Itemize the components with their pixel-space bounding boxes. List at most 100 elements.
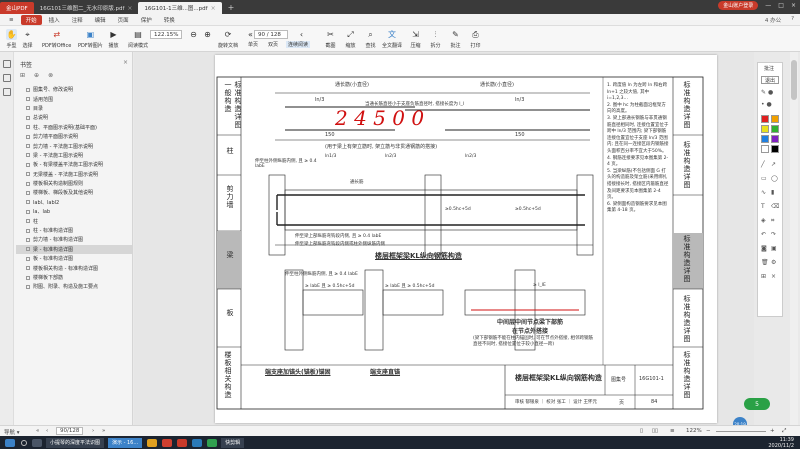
delete-icon[interactable]: ⊗: [48, 72, 53, 79]
search-icon[interactable]: [21, 439, 27, 446]
list-item[interactable]: 柱 - 标准构造详图: [16, 226, 132, 235]
continuous-read-button[interactable]: 连续阅读: [286, 41, 311, 48]
list-item[interactable]: 剪力墙 - 平法施工图示说明: [16, 141, 132, 150]
pen-icon[interactable]: ✎: [761, 89, 766, 96]
zoom-level[interactable]: 122%: [686, 428, 702, 434]
rectangle-tool-icon[interactable]: ▭: [761, 175, 767, 182]
list-item[interactable]: 剪力墙平面图示说明: [16, 132, 132, 141]
menu-convert[interactable]: 转换: [159, 15, 180, 25]
close-window-icon[interactable]: ×: [791, 2, 796, 9]
menu-insert[interactable]: 插入: [44, 15, 65, 25]
menu-protect[interactable]: 保护: [136, 15, 157, 25]
taskbar-app[interactable]: 演示 - 16...: [108, 437, 143, 448]
print-button[interactable]: ⎙ 打印: [470, 29, 481, 50]
prev-page-button[interactable]: ‹: [296, 29, 307, 40]
section-label[interactable]: 柱: [225, 147, 235, 155]
dot-small-icon[interactable]: •: [761, 101, 765, 108]
zoom-field[interactable]: 122.15%: [150, 30, 182, 39]
tab-document-1[interactable]: 16G101三维图二_无水印原版.pdf ×: [34, 2, 139, 14]
section-label-right[interactable]: 标准构造详图: [682, 295, 692, 343]
list-item[interactable]: 图集号、修改说明: [16, 85, 132, 94]
stamp-icon[interactable]: ◈: [761, 217, 766, 224]
list-item[interactable]: 柱、平面图示说明(基础平面): [16, 123, 132, 132]
bookmark-icon[interactable]: [3, 60, 11, 68]
prev-page-icon[interactable]: ‹: [46, 428, 48, 434]
single-page-view-icon[interactable]: ▯: [640, 428, 643, 434]
tab-document-2[interactable]: 16G101-1三维...图...pdf ×: [138, 2, 222, 14]
list-item[interactable]: la、lab: [16, 207, 132, 216]
dot-icon[interactable]: ●: [767, 101, 772, 108]
list-item[interactable]: labl、labl2: [16, 198, 132, 207]
minimize-icon[interactable]: —: [765, 2, 771, 9]
new-tab-icon[interactable]: +: [222, 3, 241, 12]
close-icon[interactable]: ×: [127, 5, 132, 12]
camera-icon[interactable]: ◙: [761, 245, 767, 252]
list-item[interactable]: 柱: [16, 216, 132, 225]
thumbnail-icon[interactable]: [3, 74, 11, 82]
section-label[interactable]: 标准构造详图一般构造: [223, 81, 243, 133]
close-icon[interactable]: ×: [771, 273, 776, 280]
undo-icon[interactable]: ↶: [761, 231, 766, 238]
annotate-button[interactable]: ✎ 批注: [450, 29, 461, 49]
list-item[interactable]: 板 - 标准构造详图: [16, 254, 132, 263]
list-item[interactable]: 总说明: [16, 113, 132, 122]
pdf-to-image-button[interactable]: ▣ PDF转图片: [78, 29, 103, 49]
zoom-in-icon[interactable]: +: [770, 428, 775, 434]
pdf-to-office-button[interactable]: ⇄ PDF转Office: [42, 29, 71, 49]
find-button[interactable]: ⌕ 查找: [365, 29, 376, 50]
expand-icon[interactable]: ⊞: [20, 72, 25, 79]
double-page-button[interactable]: 双页: [268, 41, 278, 48]
hand-tool-button[interactable]: ✋ 手型: [6, 29, 17, 49]
section-label[interactable]: 楼板相关构造: [223, 351, 233, 407]
zoom-slider[interactable]: [716, 431, 766, 432]
split-button[interactable]: ⫶ 拆分: [430, 29, 441, 50]
section-label[interactable]: 剪力墙: [225, 185, 235, 209]
close-icon[interactable]: ×: [123, 59, 128, 66]
color-swatch-red[interactable]: [761, 115, 769, 123]
first-page-button[interactable]: «: [245, 29, 256, 40]
fullscreen-icon[interactable]: ⤢: [782, 428, 786, 435]
maximize-icon[interactable]: □: [778, 2, 784, 9]
add-bookmark-icon[interactable]: ⊕: [34, 72, 39, 79]
text-tool-icon[interactable]: T: [761, 203, 765, 210]
menu-page[interactable]: 页面: [113, 15, 134, 25]
zoom-out-icon[interactable]: −: [706, 428, 711, 434]
eraser-icon[interactable]: ⌫: [771, 203, 779, 210]
zoom-out-button[interactable]: ⊖: [188, 29, 199, 40]
list-item[interactable]: 附图、附录、构造及施工要点: [16, 282, 132, 291]
save-icon[interactable]: ▣: [771, 245, 777, 252]
delete-icon[interactable]: 🗑: [761, 259, 769, 266]
task-view-icon[interactable]: [32, 438, 42, 447]
start-icon[interactable]: [5, 438, 15, 447]
system-tray[interactable]: 11:39 2020/11/2: [768, 437, 794, 449]
color-swatch-white[interactable]: [761, 145, 769, 153]
taskbar-app[interactable]: 快剪辑: [221, 437, 245, 448]
section-label-right[interactable]: 标准构造详图: [682, 235, 692, 283]
color-swatch-green[interactable]: [771, 125, 779, 133]
color-swatch-black[interactable]: [771, 145, 779, 153]
select-tool-button[interactable]: ⌖ 选择: [22, 29, 33, 50]
rotate-button[interactable]: ⟳ 旋转文档: [218, 29, 238, 49]
browser-icon[interactable]: [192, 438, 203, 447]
list-item-selected[interactable]: 梁 - 标准构造详图: [16, 244, 132, 255]
help-icon[interactable]: ?: [791, 16, 794, 24]
list-item[interactable]: 楼板相关构造制图规则: [16, 179, 132, 188]
curve-tool-icon[interactable]: ∿: [761, 189, 766, 196]
ellipse-tool-icon[interactable]: ◯: [771, 175, 778, 182]
menu-file[interactable]: ≡: [4, 16, 19, 24]
section-label-right[interactable]: 标准构造详图: [682, 81, 692, 129]
list-item[interactable]: 板 - 有梁楼盖平法施工图示说明: [16, 160, 132, 169]
color-swatch-blue[interactable]: [761, 135, 769, 143]
list-item[interactable]: 剪力墙 - 标准构造详图: [16, 235, 132, 244]
list-item[interactable]: 无梁楼盖 - 平法施工图示说明: [16, 170, 132, 179]
crop-icon[interactable]: ⌗: [771, 217, 774, 225]
taskbar-app[interactable]: 小提琴的深度平法识图: [46, 437, 105, 448]
exit-annotation-button[interactable]: 退出: [761, 76, 779, 84]
section-label-right[interactable]: 标准构造详图: [682, 141, 692, 189]
arrow-tool-icon[interactable]: ↗: [771, 161, 776, 168]
office-menu[interactable]: 4 办公: [765, 16, 781, 24]
highlighter-icon[interactable]: ▮: [771, 189, 774, 196]
list-item[interactable]: 楼梯板下部筋: [16, 273, 132, 282]
list-item[interactable]: 梁 - 平法施工图示说明: [16, 151, 132, 160]
last-page-icon[interactable]: »: [102, 428, 105, 434]
